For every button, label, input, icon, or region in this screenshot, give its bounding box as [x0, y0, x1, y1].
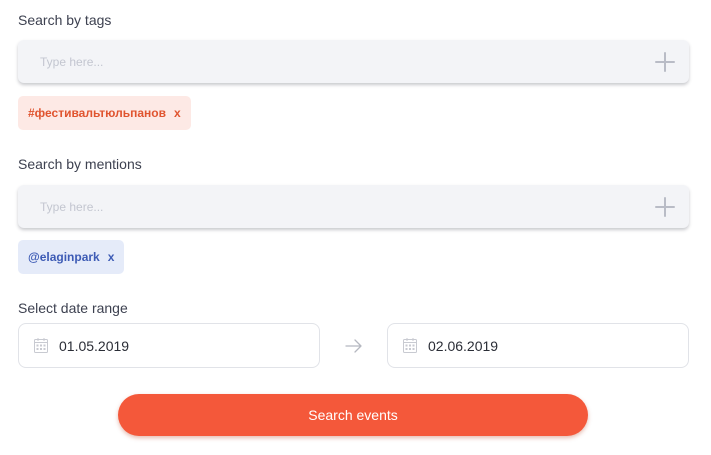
arrow-right-icon	[345, 339, 362, 353]
mentions-input-wrapper	[18, 185, 689, 228]
calendar-icon	[34, 338, 48, 353]
remove-tag-button[interactable]: x	[174, 106, 181, 120]
calendar-icon	[403, 338, 417, 353]
tag-chip: #фестивальтюльпанов x	[18, 96, 191, 130]
start-date-field[interactable]: 01.05.2019	[18, 323, 320, 368]
tag-chip-label: #фестивальтюльпанов	[28, 106, 166, 120]
tags-section-label: Search by tags	[18, 12, 112, 28]
mentions-section-label: Search by mentions	[18, 156, 142, 172]
tags-input[interactable]	[18, 40, 641, 83]
add-mention-button[interactable]	[641, 185, 689, 228]
search-events-button[interactable]: Search events	[118, 394, 588, 436]
mention-chip: @elaginpark x	[18, 240, 125, 274]
mentions-input[interactable]	[18, 185, 641, 228]
date-range-label: Select date range	[18, 300, 128, 316]
plus-icon	[655, 196, 675, 217]
tags-input-wrapper	[18, 40, 689, 83]
end-date-field[interactable]: 02.06.2019	[387, 323, 689, 368]
end-date-value: 02.06.2019	[428, 337, 499, 354]
mention-chip-label: @elaginpark	[28, 250, 100, 264]
remove-mention-button[interactable]: x	[108, 250, 115, 264]
plus-icon	[655, 51, 675, 72]
start-date-value: 01.05.2019	[59, 337, 130, 354]
add-tag-button[interactable]	[641, 40, 689, 83]
search-form: Search by tags #фестивальтюльпанов x Sea…	[0, 0, 711, 455]
